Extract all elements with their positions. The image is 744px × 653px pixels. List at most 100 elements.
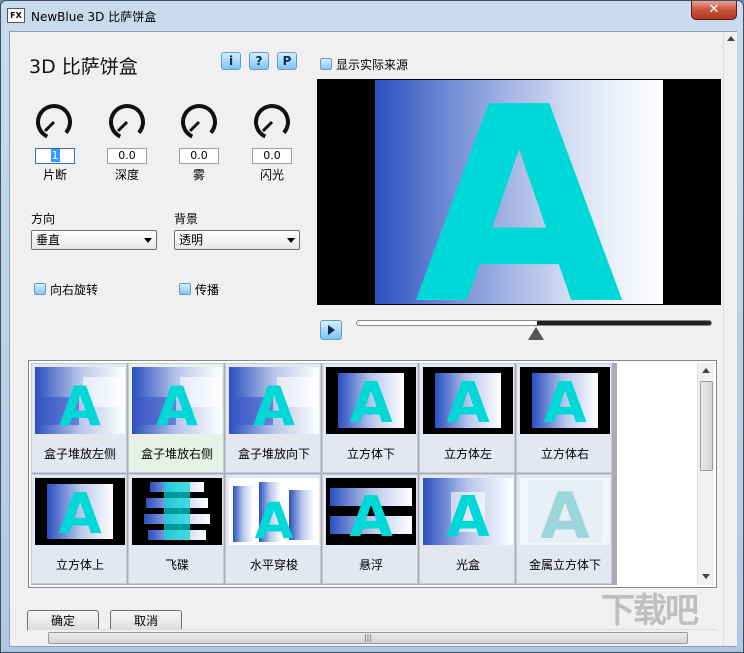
preset-gallery: A 盒子堆放左侧 A 盒子堆放右侧 A 盒子堆放向下 A 立方体下 A 立方体左 A 立方体右 A 立方体… (28, 360, 717, 588)
plugin-title: 3D 比萨饼盒 (29, 56, 138, 78)
gallery-scroll-thumb[interactable] (700, 381, 713, 471)
background-label: 背景 (174, 212, 199, 226)
propagate-checkbox[interactable] (179, 283, 191, 295)
preset-thumbnail: A (423, 478, 513, 545)
preset-tile[interactable]: A 光盒 (419, 474, 515, 584)
window-scroll-up-icon[interactable] (727, 36, 735, 41)
preview-letter-graphic: A (415, 80, 626, 304)
slices-input[interactable]: 1 (35, 148, 75, 164)
preset-label: 水平穿梭 (249, 558, 298, 572)
slices-label: 片断 (42, 168, 67, 182)
preset-tile[interactable]: A 盒子堆放右侧 (128, 363, 224, 473)
preset-label: 立方体下 (346, 447, 395, 461)
timeline-handle[interactable] (528, 327, 544, 340)
info-button[interactable]: i (221, 52, 241, 70)
dialog-client-area: 3D 比萨饼盒 i ? P 1 片断 0.0 深度 0.0 雾 0.0 闪光 方… (9, 31, 737, 647)
preset-thumbnail: A (132, 367, 222, 434)
flash-knob[interactable] (251, 101, 293, 143)
preset-grid: A 盒子堆放左侧 A 盒子堆放右侧 A 盒子堆放向下 A 立方体下 A 立方体左 A 立方体右 A 立方体… (31, 363, 617, 585)
preset-tile[interactable]: A 悬浮 (322, 474, 418, 584)
preset-thumbnail (132, 478, 222, 545)
preset-tile[interactable]: A 金属立方体下 (516, 474, 612, 584)
chevron-down-icon (144, 238, 152, 243)
direction-select[interactable]: 垂直 (31, 230, 157, 250)
preset-thumbnail: A (326, 478, 416, 545)
preview-letter: A (415, 80, 626, 304)
preset-thumbnail: A (423, 367, 513, 434)
rotate-right-label[interactable]: 向右旋转 (50, 281, 98, 298)
direction-label: 方向 (31, 212, 56, 226)
title-bar[interactable]: FX NewBlue 3D 比萨饼盒 ✕ (1, 1, 744, 31)
preset-thumbnail: A (35, 478, 125, 545)
flash-label: 闪光 (259, 168, 284, 182)
preset-tile[interactable]: 飞碟 (128, 474, 224, 584)
propagate-label[interactable]: 传播 (195, 281, 219, 298)
preset-tile[interactable]: A 立方体上 (31, 474, 127, 584)
svg-text:A: A (58, 482, 102, 545)
preset-tile[interactable]: A 水平穿梭 (225, 474, 321, 584)
show-source-label[interactable]: 显示实际来源 (336, 56, 408, 73)
svg-text:A: A (446, 485, 490, 545)
help-button[interactable]: ? (249, 52, 269, 70)
close-button[interactable]: ✕ (691, 1, 737, 20)
background-selected-value: 透明 (179, 233, 204, 247)
scroll-down-icon[interactable] (702, 574, 710, 579)
depth-label: 深度 (114, 168, 139, 182)
svg-text:A: A (349, 485, 393, 545)
preset-thumbnail: A (229, 367, 319, 434)
preset-thumbnail: A (35, 367, 125, 434)
rotate-right-checkbox[interactable] (34, 283, 46, 295)
preset-tile[interactable]: A 立方体右 (516, 363, 612, 473)
preset-label: 盒子堆放右侧 (140, 447, 213, 461)
direction-selected-value: 垂直 (36, 233, 61, 247)
preset-thumbnail: A (520, 367, 610, 434)
slices-knob[interactable] (33, 101, 75, 143)
preview-canvas: A (317, 79, 721, 305)
window-title: NewBlue 3D 比萨饼盒 (31, 10, 157, 24)
play-button[interactable] (320, 320, 342, 340)
preset-thumbnail: A (326, 367, 416, 434)
dialog-window: FX NewBlue 3D 比萨饼盒 ✕ 3D 比萨饼盒 i ? P 1 片断 … (0, 0, 744, 653)
fog-input[interactable]: 0.0 (179, 148, 219, 164)
svg-text:A: A (253, 375, 295, 434)
preset-tile[interactable]: A 立方体下 (322, 363, 418, 473)
depth-input[interactable]: 0.0 (107, 148, 147, 164)
chevron-down-icon (287, 238, 295, 243)
preset-label: 立方体左 (443, 447, 492, 461)
preset-thumbnail: A (229, 478, 319, 545)
preview-frame: A (375, 80, 663, 304)
preset-thumbnail: A (520, 478, 610, 545)
svg-text:A: A (543, 371, 587, 434)
preset-button[interactable]: P (277, 52, 297, 70)
preset-label: 立方体右 (540, 447, 589, 461)
timeline-slider[interactable] (356, 320, 712, 326)
window-scrollbar[interactable] (723, 32, 737, 646)
preset-tile[interactable]: A 立方体左 (419, 363, 515, 473)
preset-label: 光盒 (455, 558, 480, 572)
preset-label: 立方体上 (55, 558, 104, 572)
gallery-scrollbar[interactable] (697, 363, 714, 585)
preset-tile[interactable]: A 盒子堆放左侧 (31, 363, 127, 473)
preset-label: 盒子堆放左侧 (43, 447, 116, 461)
fog-knob[interactable] (178, 101, 220, 143)
svg-text:A: A (446, 371, 490, 434)
preset-label: 金属立方体下 (528, 558, 601, 572)
preset-label: 飞碟 (164, 558, 189, 572)
fx-app-icon: FX (7, 8, 25, 23)
slices-value: 1 (50, 149, 60, 162)
fog-label: 雾 (192, 168, 205, 182)
scroll-up-icon[interactable] (702, 368, 710, 373)
depth-knob[interactable] (106, 101, 148, 143)
show-source-checkbox[interactable] (320, 58, 332, 70)
preset-label: 悬浮 (358, 558, 383, 572)
svg-text:A: A (156, 375, 198, 434)
svg-text:A: A (540, 480, 590, 545)
svg-text:A: A (255, 492, 294, 545)
preset-tile[interactable]: A 盒子堆放向下 (225, 363, 321, 473)
background-select[interactable]: 透明 (174, 230, 300, 250)
horizontal-scroll-thumb[interactable]: ||| (48, 632, 688, 644)
timeline-fill (537, 321, 711, 325)
svg-text:A: A (349, 371, 393, 434)
flash-input[interactable]: 0.0 (252, 148, 292, 164)
watermark: 下载吧 (601, 591, 699, 631)
